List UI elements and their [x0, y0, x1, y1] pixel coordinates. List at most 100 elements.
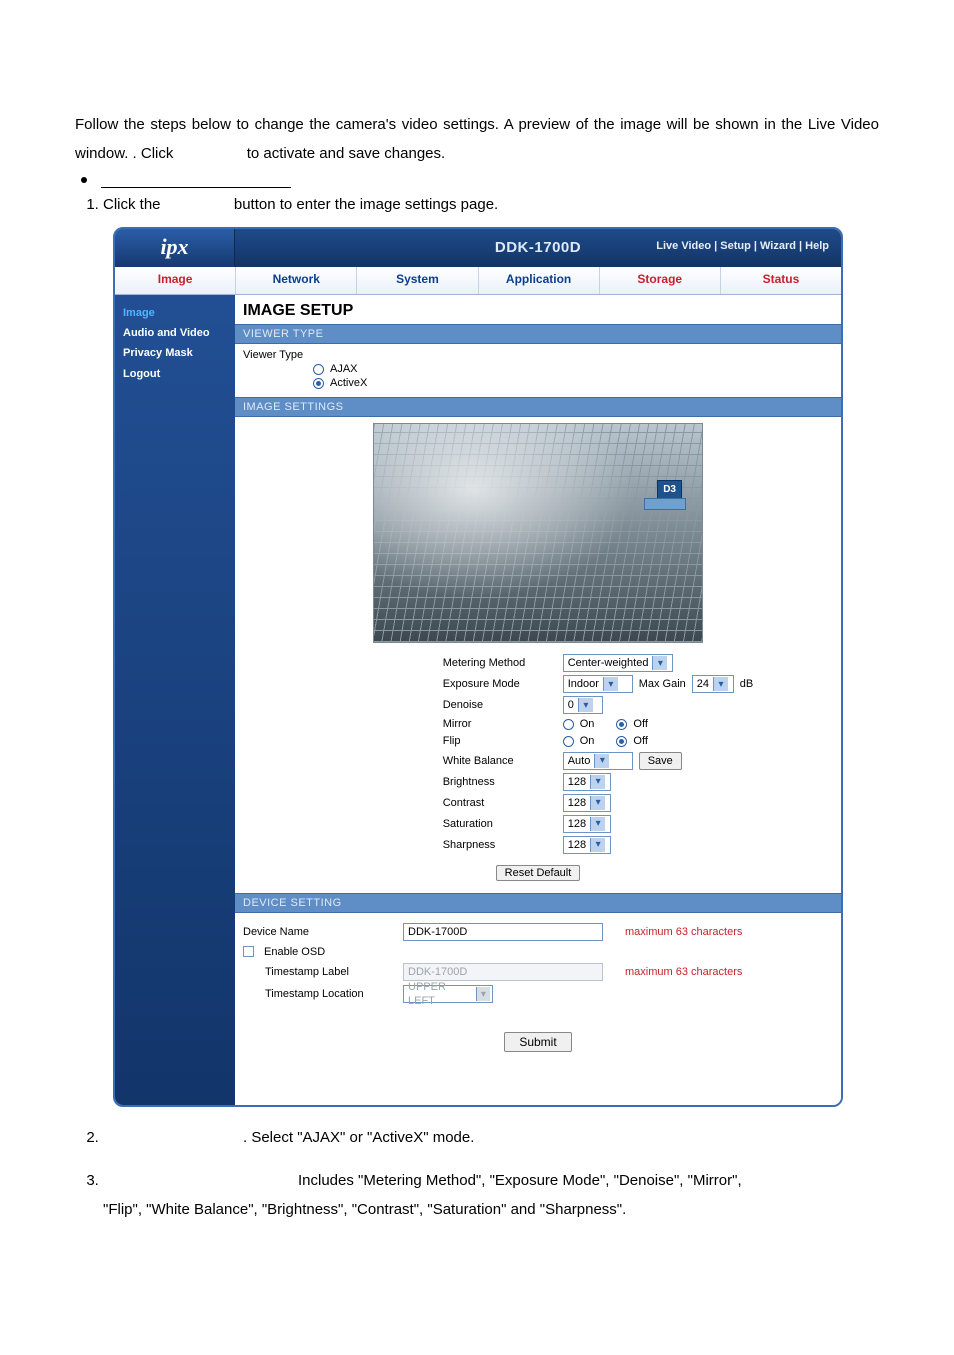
submit-button[interactable]: Submit [504, 1032, 571, 1052]
intro-tail: to activate and save changes. [247, 145, 445, 162]
tab-network[interactable]: Network [236, 267, 357, 294]
exposure-label: Exposure Mode [443, 677, 553, 691]
step-1: Click the button to enter the image sett… [103, 190, 879, 1107]
device-name-label: Device Name [243, 925, 393, 939]
step1-prefix: Click the [103, 196, 161, 213]
flip-on-radio[interactable] [563, 736, 574, 747]
section-image-settings: IMAGE SETTINGS [235, 397, 841, 417]
ts-loc-label: Timestamp Location [265, 987, 393, 1001]
mirror-on-radio[interactable] [563, 719, 574, 730]
sidebar: Image Audio and Video Privacy Mask Logou… [115, 295, 235, 1105]
step3-text-a: Includes "Metering Method", "Exposure Mo… [298, 1172, 742, 1189]
section-device-setting: DEVICE SETTING [235, 893, 841, 913]
intro-paragraph: Follow the steps below to change the cam… [75, 110, 879, 169]
sidebar-item-audiovideo[interactable]: Audio and Video [121, 323, 229, 343]
mirror-label: Mirror [443, 717, 553, 731]
denoise-value: 0 [568, 698, 574, 712]
ts-label-label: Timestamp Label [265, 965, 393, 979]
viewer-block: Viewer Type AJAX ActiveX [235, 344, 841, 397]
metering-value: Center-weighted [568, 656, 649, 670]
radio-ajax-label: AJAX [330, 362, 358, 376]
main-tabs: Image Network System Application Storage… [115, 267, 841, 295]
row-device-name: Device Name DDK-1700D maximum 63 charact… [243, 923, 833, 941]
viewer-ajax-row[interactable]: AJAX [313, 362, 833, 376]
preview-area: D3 Metering Method Center-weighted [235, 417, 841, 892]
panel-header: ipx DDK-1700D Live Video | Setup | Wizar… [115, 229, 841, 267]
viewer-type-label: Viewer Type [243, 348, 833, 362]
radio-ajax[interactable] [313, 364, 324, 375]
chevron-down-icon: ▾ [713, 677, 728, 691]
chevron-down-icon: ▾ [590, 817, 605, 831]
step1-suffix: button to enter the image settings page. [234, 196, 498, 213]
saturation-select[interactable]: 128 ▾ [563, 815, 611, 833]
max-gain-unit: dB [740, 677, 753, 691]
tab-storage[interactable]: Storage [600, 267, 721, 294]
enable-osd-label: Enable OSD [264, 945, 325, 959]
radio-activex[interactable] [313, 378, 324, 389]
chevron-down-icon: ▾ [590, 775, 605, 789]
chevron-down-icon: ▾ [652, 656, 667, 670]
sidebar-item-privacy[interactable]: Privacy Mask [121, 343, 229, 363]
tab-image[interactable]: Image [115, 267, 236, 294]
row-denoise: Denoise 0 ▾ [323, 696, 754, 714]
ts-loc-select: UPPER LEFT ▾ [403, 985, 493, 1003]
tab-status[interactable]: Status [721, 267, 841, 294]
sharpness-label: Sharpness [443, 838, 553, 852]
mirror-on-label: On [580, 717, 595, 731]
radio-activex-label: ActiveX [330, 376, 367, 390]
row-sharpness: Sharpness 128 ▾ [323, 836, 754, 854]
ts-label-input: DDK-1700D [403, 963, 603, 981]
exposure-value: Indoor [568, 677, 599, 691]
camera-setup-panel: ipx DDK-1700D Live Video | Setup | Wizar… [113, 227, 843, 1107]
sidebar-item-logout[interactable]: Logout [121, 364, 229, 384]
row-saturation: Saturation 128 ▾ [323, 815, 754, 833]
contrast-select[interactable]: 128 ▾ [563, 794, 611, 812]
bullet-row [75, 173, 879, 188]
brightness-value: 128 [568, 775, 586, 789]
steps-list: Click the button to enter the image sett… [75, 190, 879, 1225]
step2-text: . Select "AJAX" or "ActiveX" mode. [243, 1129, 474, 1146]
content-area: IMAGE SETUP VIEWER TYPE Viewer Type AJAX… [235, 295, 841, 1105]
step3-text-b: "Flip", "White Balance", "Brightness", "… [103, 1201, 626, 1218]
mirror-off-radio[interactable] [616, 719, 627, 730]
preview-badge-sub [644, 498, 686, 510]
chevron-down-icon: ▾ [603, 677, 618, 691]
denoise-select[interactable]: 0 ▾ [563, 696, 603, 714]
row-whitebalance: White Balance Auto ▾ Save [323, 752, 754, 770]
row-brightness: Brightness 128 ▾ [323, 773, 754, 791]
device-name-input[interactable]: DDK-1700D [403, 923, 603, 941]
max-gain-label: Max Gain [639, 677, 686, 691]
metering-label: Metering Method [443, 656, 553, 670]
row-ts-location: Timestamp Location UPPER LEFT ▾ [265, 985, 833, 1003]
ts-loc-value: UPPER LEFT [408, 980, 472, 1009]
flip-on-label: On [580, 734, 595, 748]
max-gain-select[interactable]: 24 ▾ [692, 675, 734, 693]
bullet-dot [81, 177, 87, 183]
brightness-select[interactable]: 128 ▾ [563, 773, 611, 791]
wb-save-button[interactable]: Save [639, 752, 682, 770]
wb-value: Auto [568, 754, 591, 768]
top-nav-links[interactable]: Live Video | Setup | Wizard | Help [656, 239, 829, 253]
sidebar-item-image[interactable]: Image [121, 303, 229, 323]
flip-off-radio[interactable] [616, 736, 627, 747]
brightness-label: Brightness [443, 775, 553, 789]
submit-row: Submit [235, 1013, 841, 1065]
tab-system[interactable]: System [357, 267, 478, 294]
reset-default-button[interactable]: Reset Default [496, 865, 581, 881]
ts-label-value: DDK-1700D [408, 965, 467, 979]
viewer-activex-row[interactable]: ActiveX [313, 376, 833, 390]
saturation-label: Saturation [443, 817, 553, 831]
enable-osd-checkbox[interactable] [243, 946, 254, 957]
chevron-down-icon: ▾ [594, 754, 609, 768]
device-name-value: DDK-1700D [408, 925, 467, 939]
denoise-label: Denoise [443, 698, 553, 712]
wb-select[interactable]: Auto ▾ [563, 752, 633, 770]
sharpness-select[interactable]: 128 ▾ [563, 836, 611, 854]
tab-application[interactable]: Application [479, 267, 600, 294]
device-name-note: maximum 63 characters [625, 925, 742, 939]
logo: ipx [160, 233, 188, 262]
sharpness-value: 128 [568, 838, 586, 852]
mirror-off-label: Off [633, 717, 647, 731]
metering-select[interactable]: Center-weighted ▾ [563, 654, 673, 672]
exposure-select[interactable]: Indoor ▾ [563, 675, 633, 693]
